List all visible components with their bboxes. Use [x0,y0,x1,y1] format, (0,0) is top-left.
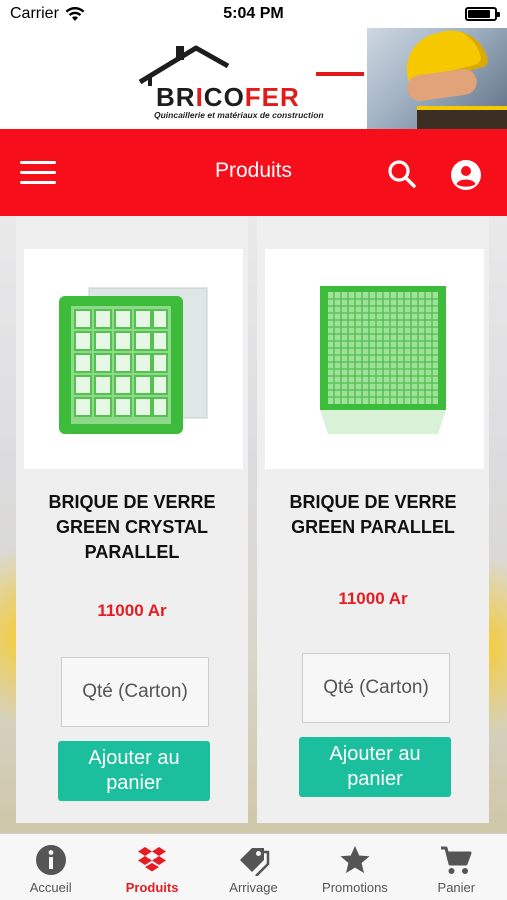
logo-wordmark: BRICOFER [156,82,300,113]
dropbox-icon [138,847,167,872]
page-title: Produits [214,159,293,182]
account-icon [451,160,481,190]
tab-label: Produits [125,880,179,895]
product-card[interactable]: BRIQUE DE VERRE GREEN CRYSTAL PARALLEL 1… [16,216,248,823]
tab-arrivage[interactable]: Arrivage [203,834,304,900]
product-grid: BRIQUE DE VERRE GREEN CRYSTAL PARALLEL 1… [0,216,507,833]
tab-panier[interactable]: Panier [406,834,507,900]
add-to-cart-button[interactable]: Ajouter au panier [299,737,451,797]
quantity-input[interactable]: Qté (Carton) [302,653,450,723]
tab-label: Accueil [29,880,72,895]
logo-part: CO [203,82,245,112]
quantity-input[interactable]: Qté (Carton) [61,657,209,727]
cart-icon [441,846,472,874]
product-price: 11000 Ar [97,601,167,620]
star-icon [340,846,370,873]
tool-belt-image [417,106,507,129]
product-name[interactable]: BRIQUE DE VERRE GREEN PARALLEL [263,490,483,540]
product-image[interactable] [265,249,484,469]
wifi-icon [65,6,85,21]
product-image[interactable] [24,249,243,469]
bottom-tab-bar: Accueil Produits Arrivage Promotions Pan… [0,833,507,900]
info-icon [35,845,66,875]
glass-brick-parallel-image [319,286,446,434]
logo-part-accent: FER [244,82,300,112]
logo-part-accent: I [195,82,204,112]
tab-produits[interactable]: Produits [101,834,202,900]
brand-banner: BRICOFER Quincaillerie et matériaux de c… [0,28,507,129]
app-header: Produits [0,129,507,216]
bricofer-logo: BRICOFER Quincaillerie et matériaux de c… [136,42,376,120]
glass-brick-crystal-image [58,287,207,434]
account-button[interactable] [450,159,481,190]
house-roof-icon [138,45,364,86]
status-left: Carrier [10,5,85,23]
battery-icon [465,7,500,21]
tab-label: Arrivage [229,880,278,895]
product-price: 11000 Ar [338,589,408,608]
carrier-label: Carrier [10,5,59,22]
logo-part: BR [156,82,196,112]
tags-icon [239,848,269,876]
product-name[interactable]: BRIQUE DE VERRE GREEN CRYSTAL PARALLEL [22,490,242,565]
status-bar: Carrier 5:04 PM [0,0,507,28]
tab-accueil[interactable]: Accueil [0,834,101,900]
product-card[interactable]: BRIQUE DE VERRE GREEN PARALLEL 11000 Ar … [257,216,489,823]
search-button[interactable] [387,159,417,189]
logo-tagline: Quincaillerie et matériaux de constructi… [154,110,324,120]
tab-label: Promotions [322,880,388,895]
search-icon [388,160,416,188]
worker-photo [367,28,507,129]
battery-fill [468,10,491,18]
tab-promotions[interactable]: Promotions [304,834,405,900]
add-to-cart-button[interactable]: Ajouter au panier [58,741,210,801]
tab-label: Panier [437,880,476,895]
